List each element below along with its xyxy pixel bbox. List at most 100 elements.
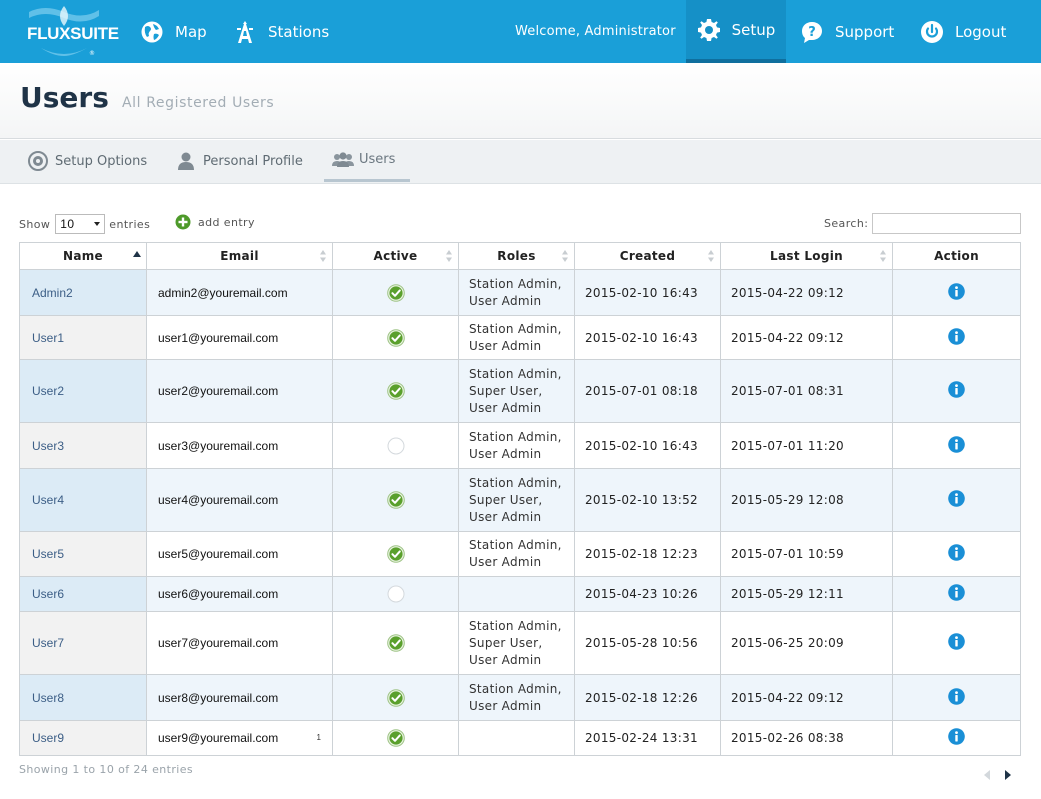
previous-page-icon[interactable] (983, 770, 991, 780)
user-name-link[interactable]: User6 (32, 587, 64, 601)
cell-name[interactable]: User2 (19, 359, 147, 423)
column-header-last-login[interactable]: Last Login (720, 242, 893, 270)
cell-name[interactable]: User1 (19, 315, 147, 360)
user-name-link[interactable]: User9 (32, 731, 64, 745)
nav-map[interactable]: Map (140, 0, 207, 63)
tab-personal-profile[interactable]: Personal Profile (168, 140, 311, 182)
info-icon[interactable] (948, 435, 965, 453)
cell-roles (458, 720, 575, 756)
cell-name[interactable]: User5 (19, 531, 147, 577)
cell-name[interactable]: User7 (19, 611, 147, 675)
info-icon[interactable] (948, 584, 965, 601)
tab-setup-options[interactable]: Setup Options (20, 140, 155, 182)
info-icon[interactable] (948, 327, 965, 345)
role-line: Station Admin, (469, 366, 562, 381)
table-row[interactable]: User9 user9@youremail.com 1 2015-02-24 13:3… (19, 720, 1021, 756)
table-row[interactable]: User6 user6@youremail.com 2015-04-23 10:26… (19, 576, 1021, 612)
user-name-link[interactable]: User4 (32, 493, 64, 507)
entries-label: entries (109, 217, 151, 231)
user-name-link[interactable]: User2 (32, 384, 64, 398)
user-name-link[interactable]: User7 (32, 636, 64, 650)
column-header-created[interactable]: Created (574, 242, 721, 270)
cell-email: user1@youremail.com (146, 315, 333, 360)
tab-users-label: Users (359, 152, 396, 167)
cell-roles: Station Admin, User Admin (458, 531, 575, 577)
user-name-link[interactable]: User1 (32, 331, 64, 345)
page-length-select[interactable]: 10 (55, 214, 106, 234)
cell-action (892, 422, 1021, 469)
cell-email: admin2@youremail.com (146, 269, 333, 316)
cell-active (332, 468, 459, 532)
user-name-link[interactable]: User3 (32, 439, 64, 453)
length-control: Show 10 entries (19, 212, 150, 236)
sort-ascending-icon (133, 250, 141, 262)
info-icon[interactable] (948, 728, 965, 745)
column-header-name[interactable]: Name (19, 242, 147, 270)
cell-last-login: 2015-07-01 11:20 (720, 422, 893, 469)
info-icon[interactable] (948, 381, 965, 398)
info-icon[interactable] (948, 282, 965, 300)
check-circle-icon (386, 634, 405, 652)
info-icon[interactable] (948, 490, 965, 507)
search-input[interactable] (872, 213, 1022, 234)
cell-name[interactable]: User4 (19, 468, 147, 532)
cell-created: 2015-02-10 16:43 (574, 422, 721, 469)
role-line: Station Admin, (469, 429, 562, 444)
column-header-active[interactable]: Active (332, 242, 459, 270)
tower-icon (233, 20, 257, 44)
cell-email: user2@youremail.com (146, 359, 333, 423)
table-row[interactable]: User1 user1@youremail.com Station Admin, Us… (19, 315, 1021, 360)
column-header-roles[interactable]: Roles (458, 242, 575, 270)
user-name-link[interactable]: User5 (32, 547, 64, 561)
table-row[interactable]: User4 user4@youremail.com Station Admin, Su… (19, 468, 1021, 532)
role-line: Super User, (469, 492, 543, 507)
cell-name[interactable]: User9 (19, 720, 147, 756)
role-line: User Admin (469, 293, 542, 308)
cell-name[interactable]: Admin2 (19, 269, 147, 316)
tab-users[interactable]: Users (324, 140, 410, 182)
table-row[interactable]: Admin2 admin2@youremail.com Station Admin,… (19, 269, 1021, 316)
table-row[interactable]: User7 user7@youremail.com Station Admin, Su… (19, 611, 1021, 675)
column-header-email[interactable]: Email (146, 242, 333, 270)
created-date: 2015-02-10 13:52 (585, 493, 698, 507)
check-circle-icon (386, 283, 405, 302)
add-entry-button[interactable]: add entry (175, 214, 255, 230)
nav-logout[interactable]: Logout (920, 0, 1006, 63)
table-row[interactable]: User8 user8@youremail.com Station Admin, Us… (19, 674, 1021, 721)
cell-created: 2015-02-10 16:43 (574, 269, 721, 316)
info-icon[interactable] (948, 687, 965, 705)
page-header: Users All Registered Users (0, 63, 1041, 139)
cell-name[interactable]: User3 (19, 422, 147, 469)
cell-action (892, 576, 1021, 612)
fluxsuite-logo[interactable]: FLUXSUITE ® (21, 4, 119, 60)
nav-setup[interactable]: Setup (686, 0, 786, 63)
role-line: User Admin (469, 400, 542, 415)
cell-name[interactable]: User6 (19, 576, 147, 612)
user-name-link[interactable]: User8 (32, 691, 64, 705)
info-icon[interactable] (948, 633, 965, 650)
cell-name[interactable]: User8 (19, 674, 147, 721)
table-row[interactable]: User3 user3@youremail.com Station Admin, Us… (19, 422, 1021, 469)
cell-roles: Station Admin, User Admin (458, 315, 575, 360)
cell-last-login: 2015-04-22 09:12 (720, 674, 893, 721)
nav-map-label: Map (175, 22, 207, 41)
last-login-date: 2015-04-22 09:12 (731, 690, 844, 705)
nav-stations[interactable]: Stations (233, 0, 329, 63)
user-name-link[interactable]: Admin2 (32, 286, 73, 300)
table-row[interactable]: User2 user2@youremail.com Station Admin, Su… (19, 359, 1021, 423)
cell-email: user5@youremail.com (146, 531, 333, 577)
role-line: User Admin (469, 555, 542, 569)
cell-roles: Station Admin, Super User, User Admin (458, 359, 575, 423)
welcome-text: Welcome, Administrator (515, 24, 676, 39)
tab-setup-options-label: Setup Options (55, 153, 148, 169)
info-icon[interactable] (948, 544, 965, 561)
cell-email: user4@youremail.com (146, 468, 333, 532)
nav-support[interactable]: ? Support (800, 0, 894, 63)
cell-last-login: 2015-07-01 08:31 (720, 359, 893, 423)
cell-email: user9@youremail.com 1 (146, 720, 333, 756)
user-email: user6@youremail.com (158, 587, 279, 601)
table-row[interactable]: User5 user5@youremail.com Station Admin, Us… (19, 531, 1021, 577)
power-icon (920, 20, 944, 44)
role-line: Station Admin, (469, 321, 562, 336)
next-page-icon[interactable] (1004, 770, 1012, 780)
